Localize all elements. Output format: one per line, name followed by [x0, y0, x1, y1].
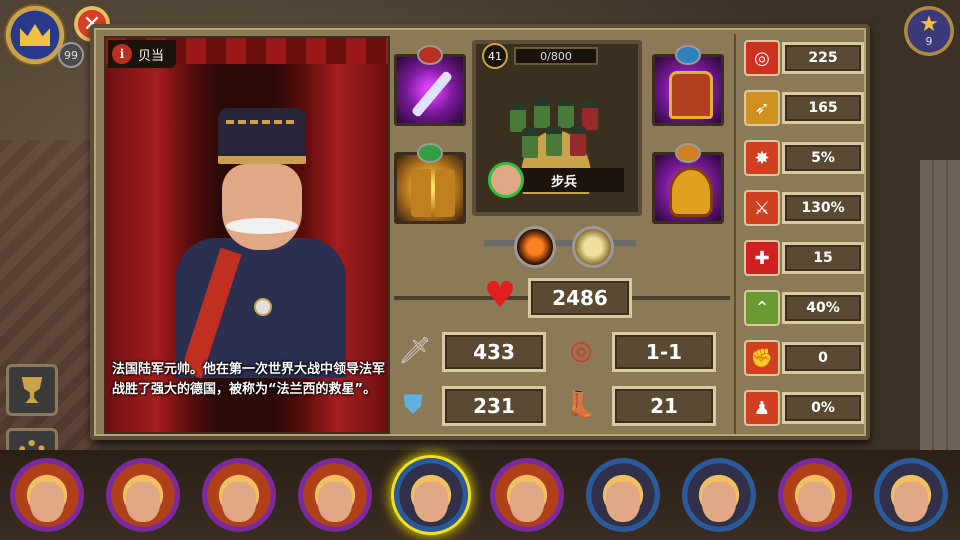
info-icon[interactable]: i: [112, 44, 132, 64]
hero-portrait[interactable]: [874, 458, 948, 532]
star-count: 9: [925, 34, 933, 48]
star-badge[interactable]: ★ 9: [904, 6, 954, 56]
bonus-stat-value: 225: [782, 42, 864, 74]
bonus-stat-row: ✸ 5%: [744, 138, 866, 178]
boots-tag-icon: [417, 143, 443, 163]
speed-value: 21: [612, 386, 716, 426]
crit-burst-icon: ✸: [744, 140, 780, 176]
player-level-badge: 99: [58, 42, 84, 68]
achievements-button[interactable]: [6, 364, 58, 416]
hero-portrait[interactable]: [10, 458, 84, 532]
weapon-slot[interactable]: [394, 45, 466, 126]
boots-icon: [411, 169, 455, 217]
fire-skill-icon[interactable]: [514, 226, 556, 268]
general-detail-panel: i 贝当 法国陆军元帅。他在第一次世界大战中领导法军战胜了强大的德国，被称为“法…: [90, 24, 870, 440]
bonus-stat-value: 165: [782, 92, 864, 124]
helmet-tag-icon: [675, 143, 701, 163]
shield-icon: ⛊: [403, 389, 423, 420]
bonus-stat-row: ⚔ 130%: [744, 188, 866, 228]
bonus-stat-row: ♟ 0%: [744, 388, 866, 428]
soldier-buff-icon: ♟: [744, 390, 780, 426]
hero-portrait[interactable]: [106, 458, 180, 532]
bonus-stat-row: ✚ 15: [744, 238, 866, 278]
heal-cross-icon: ✚: [744, 240, 780, 276]
unit-panel[interactable]: 41 0/800 步兵: [472, 40, 642, 216]
boots-slot[interactable]: [394, 143, 466, 224]
target-icon: ◎: [569, 336, 593, 366]
defense-value: 231: [442, 386, 546, 426]
hero-portrait[interactable]: [778, 458, 852, 532]
bonus-stat-row: ➶ 165: [744, 88, 866, 128]
general-name: 贝当: [138, 48, 165, 64]
range-value: 1-1: [612, 332, 716, 372]
hero-portrait[interactable]: [202, 458, 276, 532]
general-figure: [176, 108, 346, 379]
flex-arm-icon: ✊: [744, 340, 780, 376]
bonus-stat-value: 0: [782, 342, 864, 374]
golden-arrow-icon: ➶: [744, 90, 780, 126]
bonus-stat-value: 0%: [782, 392, 864, 424]
bonus-stat-value: 5%: [782, 142, 864, 174]
general-name-tag[interactable]: i 贝当: [108, 40, 177, 68]
hp-value: 2486: [528, 278, 632, 318]
player-rank-badge[interactable]: [4, 4, 66, 66]
bonus-stats-column: ◎ 225 ➶ 165 ✸ 5% ⚔ 130% ✚ 15 ⌃ 40% ✊ 0 ♟: [734, 34, 866, 434]
boot-icon: 👢: [564, 390, 598, 420]
crown-icon: [20, 24, 50, 46]
bonus-stat-value: 15: [782, 242, 864, 274]
bonus-stat-row: ◎ 225: [744, 38, 866, 78]
unit-commander-avatar: [488, 162, 524, 198]
hero-portrait[interactable]: [298, 458, 372, 532]
bonus-stat-row: ⌃ 40%: [744, 288, 866, 328]
hero-portrait[interactable]: [490, 458, 564, 532]
unit-xp: 0/800: [514, 47, 598, 65]
sword-icon: 🗡: [398, 336, 432, 366]
rank-chevron-icon: ⌃: [744, 290, 780, 326]
unit-level: 41: [482, 43, 508, 69]
general-bio: 法国陆军元帅。他在第一次世界大战中领导法军战胜了强大的德国，被称为“法兰西的救星…: [112, 362, 386, 397]
armor-icon: [669, 71, 713, 119]
helmet-icon: [669, 167, 713, 217]
general-portrait: i 贝当 法国陆军元帅。他在第一次世界大战中领导法军战胜了强大的德国，被称为“法…: [104, 36, 390, 434]
armor-tag-icon: [675, 45, 701, 65]
bonus-stat-row: ✊ 0: [744, 338, 866, 378]
sword-icon: [410, 70, 454, 118]
damage-up-icon: ⚔: [744, 190, 780, 226]
bonus-stat-value: 130%: [782, 192, 864, 224]
hero-portrait[interactable]: [682, 458, 756, 532]
attack-value: 433: [442, 332, 546, 372]
weapon-tag-icon: [417, 45, 443, 65]
armor-slot[interactable]: [652, 45, 724, 126]
background-wall: [920, 160, 960, 460]
hero-portrait[interactable]: [586, 458, 660, 532]
heart-icon: ♥: [483, 275, 517, 316]
hero-portrait-selected[interactable]: [394, 458, 468, 532]
bonus-stat-value: 40%: [782, 292, 864, 324]
star-icon: ★: [919, 11, 939, 37]
target-icon: ◎: [744, 40, 780, 76]
trophy-icon: [21, 377, 43, 403]
helmet-slot[interactable]: [652, 143, 724, 224]
shield-skill-icon[interactable]: [572, 226, 614, 268]
